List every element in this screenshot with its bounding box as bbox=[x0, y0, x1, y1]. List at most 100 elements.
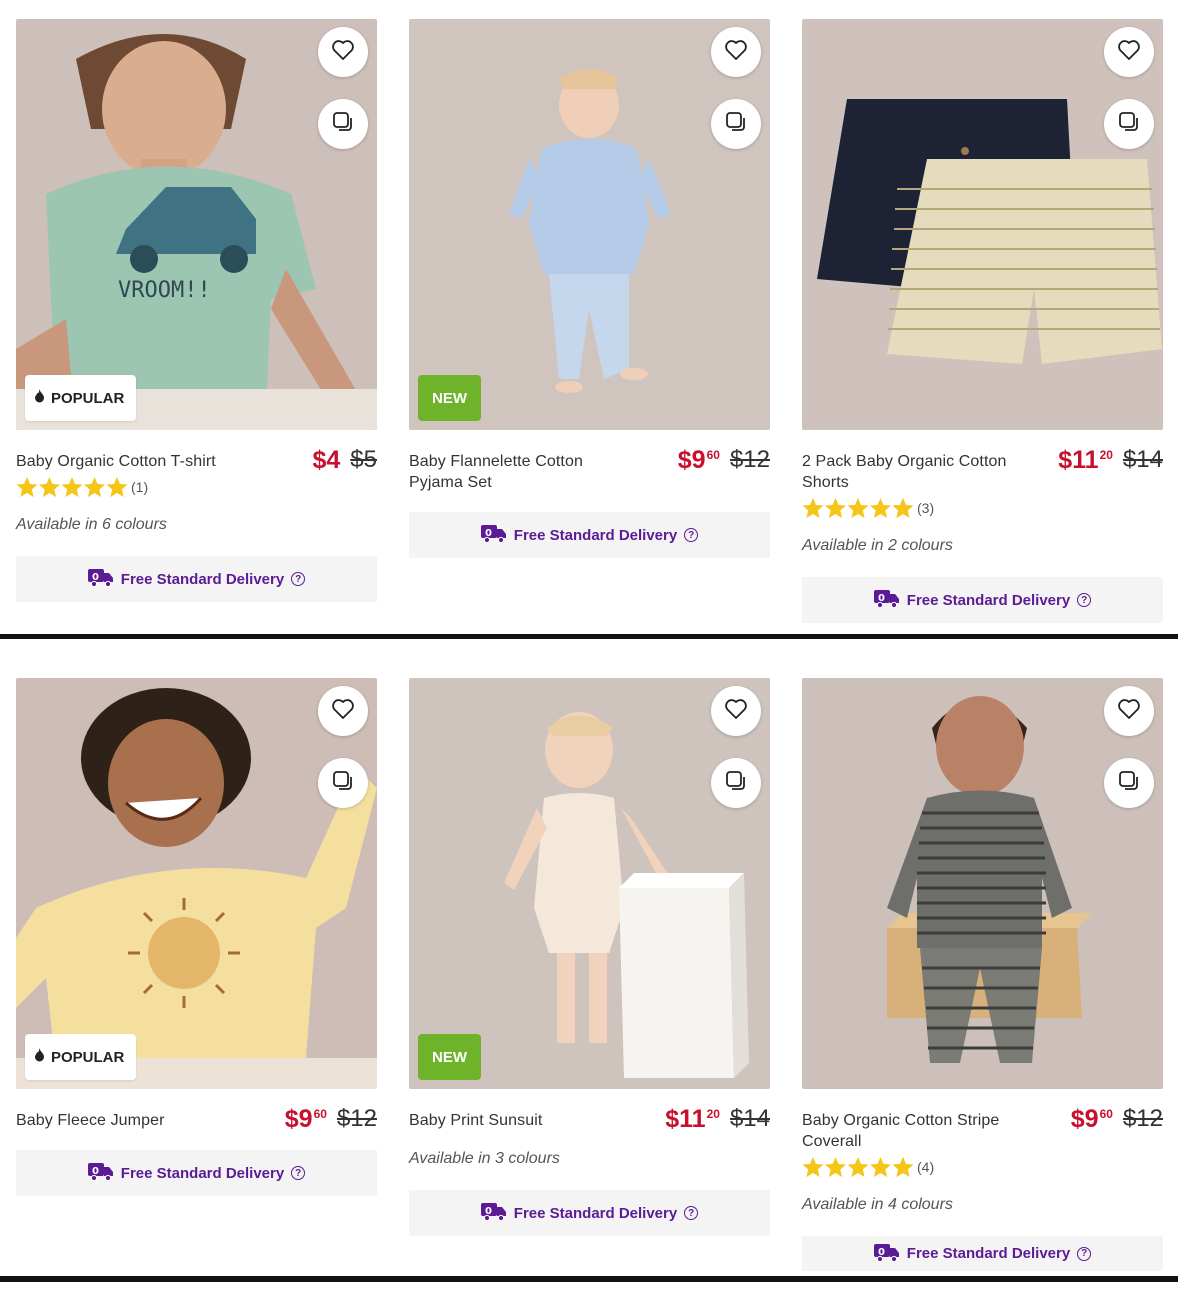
product-name[interactable]: Baby Flannelette Cotton Pyjama Set bbox=[409, 451, 634, 493]
current-price: $9 60 bbox=[677, 446, 720, 474]
current-price: $9 60 bbox=[284, 1105, 327, 1133]
product-name[interactable]: Baby Fleece Jumper bbox=[16, 1110, 241, 1131]
heart-icon bbox=[724, 698, 748, 725]
product-price: $11 20 $14 bbox=[1058, 446, 1163, 474]
heart-icon bbox=[724, 39, 748, 66]
review-count[interactable]: (4) bbox=[917, 1159, 934, 1175]
star-rating: (3) bbox=[802, 497, 1163, 519]
free-delivery-banner[interactable]: 0 Free Standard Delivery ? bbox=[16, 1150, 377, 1196]
popular-badge: POPULAR bbox=[25, 375, 137, 421]
stars-icon bbox=[802, 498, 914, 518]
compare-icon bbox=[724, 110, 748, 139]
delivery-truck-icon: 0 bbox=[873, 1242, 900, 1266]
heart-icon bbox=[331, 39, 355, 66]
product-image[interactable]: NEW bbox=[409, 678, 770, 1089]
help-icon[interactable]: ? bbox=[684, 528, 699, 542]
wishlist-button[interactable] bbox=[711, 686, 761, 736]
delivery-truck-icon: 0 bbox=[480, 523, 507, 547]
wishlist-button[interactable] bbox=[318, 686, 368, 736]
badge-label: POPULAR bbox=[51, 1048, 125, 1066]
free-delivery-banner[interactable]: 0 Free Standard Delivery ? bbox=[16, 556, 377, 602]
flame-icon bbox=[34, 389, 45, 407]
product-price: $4 $5 bbox=[312, 446, 377, 474]
star-rating: (1) bbox=[16, 476, 377, 498]
product-price: $11 20 $14 bbox=[665, 1105, 770, 1133]
delivery-label: Free Standard Delivery bbox=[906, 591, 1071, 609]
original-price: $14 bbox=[729, 1105, 770, 1132]
product-price: $9 60 $12 bbox=[284, 1105, 377, 1133]
colour-availability: Available in 3 colours bbox=[409, 1150, 560, 1167]
review-count[interactable]: (3) bbox=[917, 500, 934, 516]
compare-icon bbox=[724, 769, 748, 798]
product-name[interactable]: 2 Pack Baby Organic Cotton Shorts bbox=[802, 451, 1027, 493]
new-badge: NEW bbox=[418, 1034, 481, 1080]
current-price: $11 20 bbox=[1058, 446, 1113, 474]
free-delivery-banner[interactable]: 0 Free Standard Delivery ? bbox=[802, 1236, 1163, 1271]
original-price: $12 bbox=[729, 446, 770, 473]
product-card[interactable]: NEW Baby Flannelette Cotton Pyjama Set $… bbox=[409, 19, 770, 558]
review-count[interactable]: (1) bbox=[131, 479, 148, 495]
heart-icon bbox=[1117, 39, 1141, 66]
flame-icon bbox=[34, 1048, 45, 1066]
free-delivery-banner[interactable]: 0 Free Standard Delivery ? bbox=[802, 577, 1163, 623]
new-badge: NEW bbox=[418, 375, 481, 421]
delivery-label: Free Standard Delivery bbox=[906, 1245, 1071, 1262]
product-card[interactable]: NEW Baby Print Sunsuit $11 20 $14 Availab… bbox=[409, 678, 770, 1236]
row-divider bbox=[0, 1276, 1178, 1282]
compare-button[interactable] bbox=[318, 758, 368, 808]
delivery-label: Free Standard Delivery bbox=[513, 526, 678, 544]
help-icon[interactable]: ? bbox=[1077, 1246, 1092, 1261]
delivery-label: Free Standard Delivery bbox=[120, 1164, 285, 1182]
compare-button[interactable] bbox=[1104, 758, 1154, 808]
product-price: $9 60 $12 bbox=[677, 446, 770, 474]
free-delivery-banner[interactable]: 0 Free Standard Delivery ? bbox=[409, 512, 770, 558]
help-icon[interactable]: ? bbox=[291, 1166, 306, 1180]
compare-icon bbox=[331, 769, 355, 798]
heart-icon bbox=[331, 698, 355, 725]
product-image[interactable]: VROOM!! POPULAR bbox=[16, 19, 377, 430]
compare-icon bbox=[1117, 769, 1141, 798]
free-delivery-banner[interactable]: 0 Free Standard Delivery ? bbox=[409, 1190, 770, 1236]
product-name[interactable]: Baby Organic Cotton T-shirt bbox=[16, 451, 241, 472]
product-image[interactable] bbox=[802, 19, 1163, 430]
original-price: $5 bbox=[350, 446, 377, 473]
svg-text:VROOM!!: VROOM!! bbox=[118, 278, 211, 303]
svg-text:0: 0 bbox=[878, 1247, 885, 1258]
product-image[interactable] bbox=[802, 678, 1163, 1089]
product-card[interactable]: VROOM!! POPULAR Baby Organic Cotton T-sh… bbox=[16, 19, 377, 602]
product-name[interactable]: Baby Organic Cotton Stripe Coverall bbox=[802, 1110, 1027, 1152]
svg-text:0: 0 bbox=[485, 528, 492, 539]
compare-button[interactable] bbox=[318, 99, 368, 149]
product-image[interactable]: NEW bbox=[409, 19, 770, 430]
delivery-label: Free Standard Delivery bbox=[513, 1204, 678, 1222]
wishlist-button[interactable] bbox=[318, 27, 368, 77]
original-price: $12 bbox=[336, 1105, 377, 1132]
compare-button[interactable] bbox=[711, 758, 761, 808]
colour-availability: Available in 6 colours bbox=[16, 516, 167, 533]
help-icon[interactable]: ? bbox=[291, 572, 306, 586]
svg-text:0: 0 bbox=[92, 572, 99, 583]
compare-button[interactable] bbox=[711, 99, 761, 149]
product-name[interactable]: Baby Print Sunsuit bbox=[409, 1110, 634, 1131]
product-card[interactable]: Baby Organic Cotton Stripe Coverall $9 60… bbox=[802, 678, 1163, 1271]
current-price: $4 bbox=[312, 446, 341, 474]
svg-text:0: 0 bbox=[878, 593, 885, 604]
star-rating: (4) bbox=[802, 1156, 1163, 1178]
help-icon[interactable]: ? bbox=[1077, 593, 1092, 607]
popular-badge: POPULAR bbox=[25, 1034, 137, 1080]
colour-availability: Available in 4 colours bbox=[802, 1196, 953, 1213]
compare-button[interactable] bbox=[1104, 99, 1154, 149]
delivery-truck-icon: 0 bbox=[87, 1161, 114, 1185]
product-image[interactable]: POPULAR bbox=[16, 678, 377, 1089]
help-icon[interactable]: ? bbox=[684, 1206, 699, 1220]
current-price: $9 60 bbox=[1070, 1105, 1113, 1133]
product-card[interactable]: POPULAR Baby Fleece Jumper $9 60 $12 0 Fr… bbox=[16, 678, 377, 1196]
stars-icon bbox=[16, 477, 128, 497]
wishlist-button[interactable] bbox=[711, 27, 761, 77]
wishlist-button[interactable] bbox=[1104, 27, 1154, 77]
delivery-truck-icon: 0 bbox=[873, 588, 900, 612]
heart-icon bbox=[1117, 698, 1141, 725]
wishlist-button[interactable] bbox=[1104, 686, 1154, 736]
compare-icon bbox=[1117, 110, 1141, 139]
product-card[interactable]: 2 Pack Baby Organic Cotton Shorts $11 20 … bbox=[802, 19, 1163, 623]
